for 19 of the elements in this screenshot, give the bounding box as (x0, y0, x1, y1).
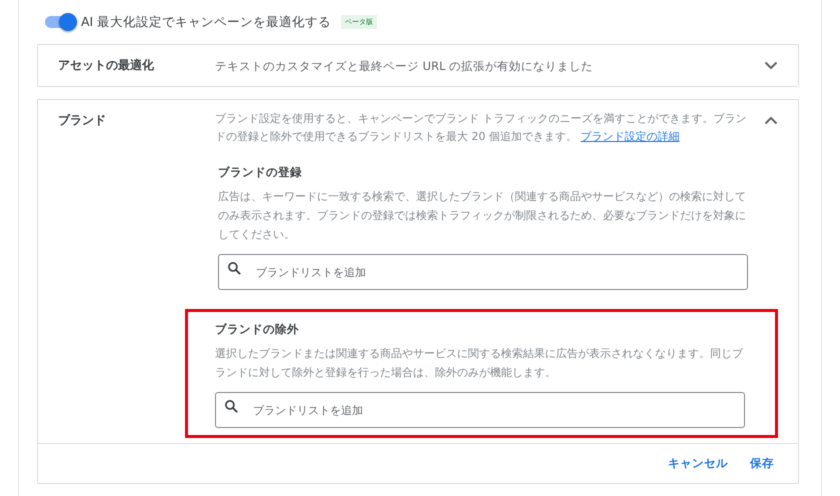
search-icon (224, 399, 239, 414)
section-description: ブランド設定を使用すると、キャンペーンでブランド トラフィックのニーズを満すことができます。ブランドの登録と除外で使用できるブランドリストを最大 20 個追加できます。 ブランド設定の詳細 (215, 111, 747, 145)
details-link[interactable]: ブランド設定の詳細 (580, 130, 680, 143)
chevron-down-icon[interactable] (764, 61, 778, 70)
section-title: アセットの最適化 (58, 57, 155, 74)
group-heading: ブランドの登録 (218, 165, 303, 180)
footer-button[interactable]: キャンセル (660, 450, 736, 477)
footer-button[interactable]: 保存 (742, 450, 782, 477)
group-description: 広告は、キーワードに一致する検索で、選択したブランド（関連する商品やサービスなど）の検索に対してのみ表示されます。ブランドの登録では検索トラフィックが制限されるため、必要なブランドだけを対象にしてください。 (218, 189, 747, 243)
search-field[interactable]: ブランドリストを追加 (215, 392, 745, 428)
group-description: 選択したブランドまたは関連する商品やサービスに関する検索結果に広告が表示されなくなります。同じブランドに対して除外と登録を行った場合は、除外のみが機能します。 (215, 346, 744, 381)
group-heading: ブランドの除外 (215, 322, 300, 337)
toggle-label: AI 最大化設定でキャンペーンを最適化する (81, 14, 332, 30)
search-field[interactable]: ブランドリストを追加 (218, 254, 748, 290)
section-summary: テキストのカスタマイズと最終ページ URL の拡張が有効になりました (215, 59, 594, 73)
chevron-up-icon[interactable] (764, 116, 778, 125)
search-icon (227, 261, 242, 276)
section-title: ブランド (58, 112, 107, 129)
toggle-switch[interactable] (45, 16, 75, 28)
